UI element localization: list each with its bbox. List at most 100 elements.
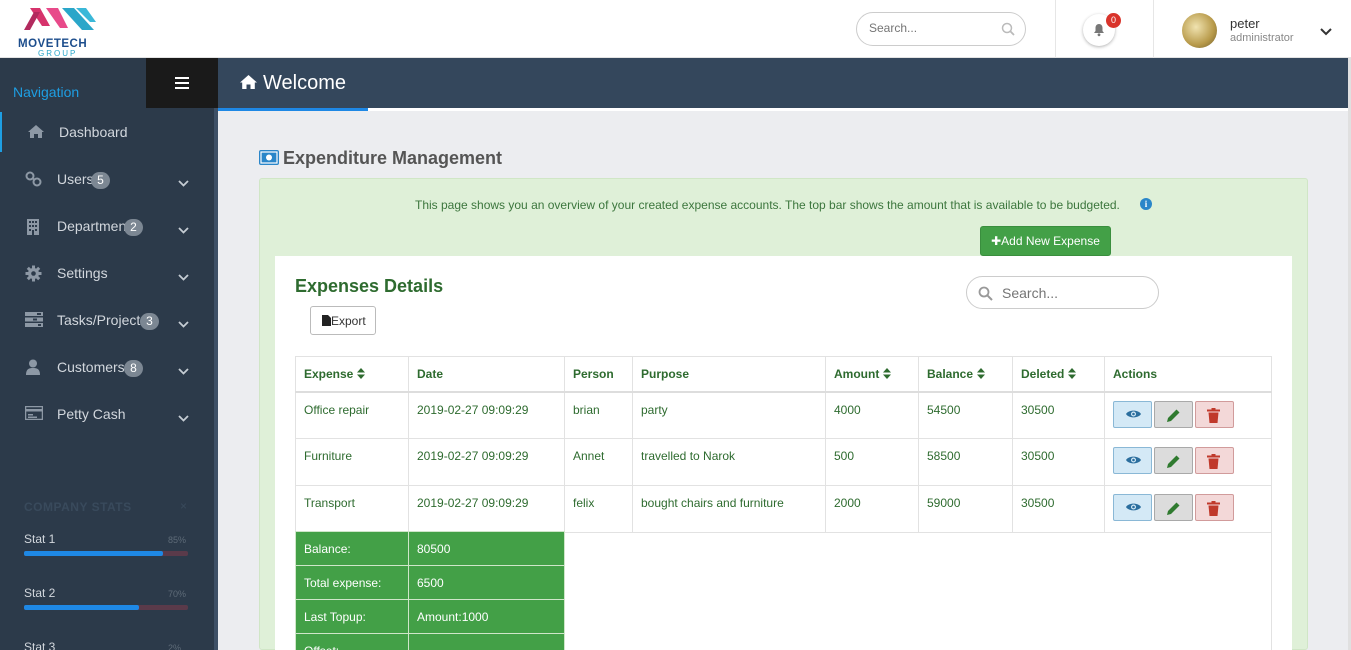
sort-icon[interactable] xyxy=(357,367,366,379)
chevron-down-icon xyxy=(178,362,189,378)
view-button[interactable] xyxy=(1113,447,1152,474)
summary-value: 6500 xyxy=(408,565,565,600)
cell-actions xyxy=(1104,391,1272,439)
trash-icon xyxy=(1207,454,1220,469)
table-row: Office repair 2019-02-27 09:09:29 brian … xyxy=(295,391,1272,439)
building-icon xyxy=(25,218,41,238)
summary-row: Total expense: 6500 xyxy=(295,565,565,600)
chevron-down-icon xyxy=(178,174,189,190)
cell-person: Annet xyxy=(564,438,633,486)
cell-expense: Transport xyxy=(295,485,409,533)
table-search-input[interactable] xyxy=(1002,285,1142,301)
company-logo[interactable]: MOVETECH GROUP xyxy=(10,8,116,58)
users-icon xyxy=(25,171,43,190)
sidebar-item-label: Settings xyxy=(57,265,108,281)
column-header-deleted[interactable]: Deleted xyxy=(1012,356,1105,393)
info-icon[interactable]: i xyxy=(1140,198,1152,210)
sidebar-item-settings[interactable]: Settings xyxy=(0,253,214,293)
column-header-balance[interactable]: Balance xyxy=(918,356,1013,393)
column-header-date[interactable]: Date xyxy=(408,356,565,393)
cell-balance: 54500 xyxy=(918,391,1013,439)
table-search[interactable] xyxy=(966,276,1159,309)
table-row: Transport 2019-02-27 09:09:29 felix boug… xyxy=(295,485,1272,533)
cell-amount: 2000 xyxy=(825,485,919,533)
home-icon xyxy=(239,74,258,93)
company-stats-title: COMPANY STATS xyxy=(24,500,132,514)
sidebar-item-label: Customers xyxy=(57,359,125,375)
sort-icon[interactable] xyxy=(977,367,986,379)
chevron-down-icon xyxy=(178,409,189,425)
edit-button[interactable] xyxy=(1154,400,1193,428)
sidebar-item-petty-cash[interactable]: Petty Cash xyxy=(0,394,214,434)
stat-percent: 70% xyxy=(168,589,187,599)
header-search[interactable] xyxy=(856,12,1026,46)
stat-progress-fill xyxy=(24,551,164,556)
search-icon xyxy=(978,286,993,304)
stat-label: Stat 2 xyxy=(24,586,56,600)
sort-icon[interactable] xyxy=(883,367,892,379)
section-title: Expenditure Management xyxy=(283,148,503,168)
summary-value: 80500 xyxy=(408,531,565,566)
file-icon xyxy=(322,315,331,329)
cell-date: 2019-02-27 09:09:29 xyxy=(408,391,565,439)
close-icon[interactable]: × xyxy=(180,499,187,513)
page-header: Welcome xyxy=(218,58,1348,108)
header-search-input[interactable] xyxy=(869,21,999,35)
card-icon xyxy=(24,405,44,423)
cell-deleted: 30500 xyxy=(1012,391,1105,439)
export-button[interactable]: Export xyxy=(310,306,376,335)
column-header-expense[interactable]: Expense xyxy=(295,356,409,393)
nav-title: Navigation xyxy=(13,84,80,100)
view-button[interactable] xyxy=(1113,400,1152,428)
column-header-person[interactable]: Person xyxy=(564,356,633,393)
home-icon xyxy=(27,124,45,142)
bell-icon xyxy=(1094,24,1104,37)
tasks-icon xyxy=(25,312,43,330)
column-header-purpose[interactable]: Purpose xyxy=(632,356,826,393)
view-button[interactable] xyxy=(1113,494,1152,521)
chevron-down-icon[interactable] xyxy=(1320,24,1332,39)
count-badge: 5 xyxy=(91,172,110,189)
edit-button[interactable] xyxy=(1154,494,1193,521)
pencil-icon xyxy=(1167,502,1180,515)
export-label: Export xyxy=(331,314,366,328)
avatar[interactable] xyxy=(1182,13,1217,48)
eye-icon xyxy=(1126,503,1141,511)
cell-purpose: travelled to Narok xyxy=(632,438,826,486)
summary-label: Total expense: xyxy=(295,565,409,600)
sidebar-item-tasks[interactable]: Tasks/Project 3 xyxy=(0,300,214,340)
info-text: This page shows you an overview of your … xyxy=(415,198,1120,212)
delete-button[interactable] xyxy=(1195,400,1234,428)
menu-toggle-button[interactable] xyxy=(146,58,218,108)
summary-row: Balance: 80500 xyxy=(295,531,565,566)
delete-button[interactable] xyxy=(1195,494,1234,521)
add-expense-label: Add New Expense xyxy=(1001,234,1100,248)
summary-label: Offset: xyxy=(295,633,409,650)
delete-button[interactable] xyxy=(1195,447,1234,474)
add-expense-button[interactable]: ✚Add New Expense xyxy=(980,226,1111,256)
sort-icon[interactable] xyxy=(1068,367,1077,379)
sidebar-item-dashboard[interactable]: Dashboard xyxy=(0,112,214,152)
user-name[interactable]: peter xyxy=(1230,16,1260,31)
stat-percent: 2% xyxy=(168,643,182,650)
column-header-amount[interactable]: Amount xyxy=(825,356,919,393)
summary-label: Last Topup: xyxy=(295,599,409,634)
stat-label: Stat 3 xyxy=(24,640,56,650)
summary-value: Amount:1000 xyxy=(408,599,565,634)
logo-mark-icon xyxy=(24,8,96,30)
cell-purpose: bought chairs and furniture xyxy=(632,485,826,533)
count-badge: 3 xyxy=(140,313,159,330)
sidebar-item-customers[interactable]: Customers 8 xyxy=(0,347,214,387)
trash-icon xyxy=(1207,501,1220,516)
cell-balance: 59000 xyxy=(918,485,1013,533)
summary-table: Balance: 80500 Total expense: 6500 Last … xyxy=(295,531,565,650)
sidebar-item-department[interactable]: Department 2 xyxy=(0,206,214,246)
edit-button[interactable] xyxy=(1154,447,1193,474)
table-empty-area xyxy=(564,531,1272,650)
cell-deleted: 30500 xyxy=(1012,485,1105,533)
search-icon[interactable] xyxy=(1001,22,1015,39)
top-header: MOVETECH GROUP 0 peter administrator xyxy=(0,0,1351,58)
sidebar-item-users[interactable]: Users 5 xyxy=(0,159,214,199)
user-icon xyxy=(25,359,41,378)
cell-person: brian xyxy=(564,391,633,439)
